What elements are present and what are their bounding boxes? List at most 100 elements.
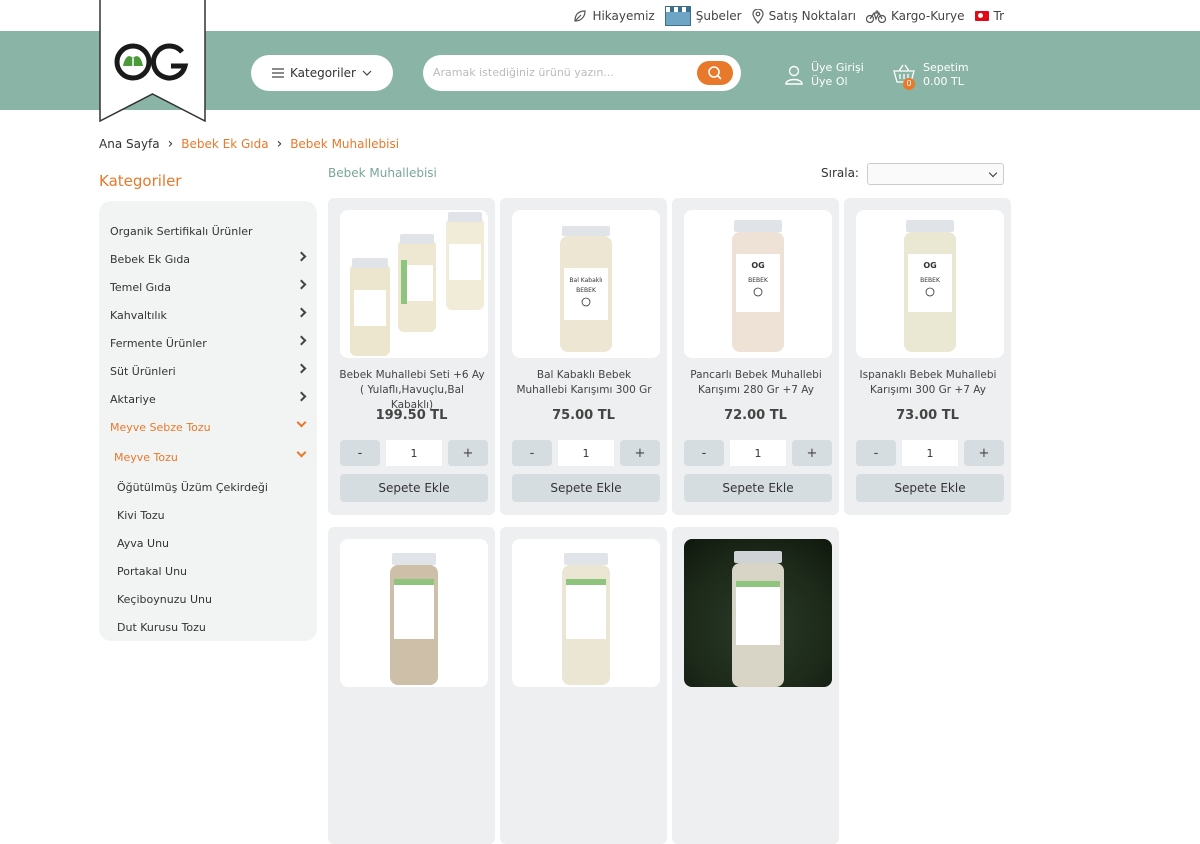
product-card[interactable] bbox=[672, 527, 839, 844]
sidebar-item-kiwi[interactable]: Kivi Tozu bbox=[99, 501, 317, 529]
top-link-sales-points[interactable]: Satış Noktaları bbox=[751, 8, 856, 24]
product-card[interactable]: OG BEBEK Ispanaklı Bebek Muhallebi Karış… bbox=[844, 198, 1011, 515]
quantity-increase-button[interactable]: + bbox=[964, 440, 1004, 466]
product-name[interactable]: Pancarlı Bebek Muhallebi Karışımı 280 Gr… bbox=[682, 368, 830, 398]
add-to-cart-button[interactable]: Sepete Ekle bbox=[512, 474, 660, 502]
sidebar-item-label: Ayva Unu bbox=[117, 536, 170, 550]
sidebar-item-label: Dut Kurusu Tozu bbox=[117, 620, 206, 634]
bicycle-icon bbox=[865, 10, 886, 23]
cart[interactable]: 0 Sepetim 0.00 TL bbox=[893, 61, 969, 90]
sidebar-item-mulberry[interactable]: Dut Kurusu Tozu bbox=[99, 613, 317, 641]
product-jar-set-image bbox=[350, 212, 484, 356]
quantity-increase-button[interactable]: + bbox=[620, 440, 660, 466]
sidebar-item-label: Portakal Unu bbox=[117, 564, 188, 578]
svg-text:Bal Kabaklı: Bal Kabaklı bbox=[569, 277, 603, 284]
quantity-increase-button[interactable]: + bbox=[448, 440, 488, 466]
quantity-input[interactable]: 1 bbox=[902, 440, 958, 466]
product-image[interactable] bbox=[512, 539, 660, 687]
quantity-decrease-button[interactable]: - bbox=[340, 440, 380, 466]
sidebar-item-carob[interactable]: Keçiboynuzu Unu bbox=[99, 585, 317, 613]
register-link[interactable]: Üye Ol bbox=[811, 75, 864, 89]
product-image[interactable]: OG BEBEK bbox=[684, 210, 832, 358]
sidebar-item-fruit-veg-powder[interactable]: Meyve Sebze Tozu bbox=[99, 413, 317, 441]
search-icon bbox=[708, 66, 722, 80]
top-link-branches[interactable]: Şubeler bbox=[664, 6, 742, 26]
sidebar-item-label: Organik Sertifikalı Ürünler bbox=[110, 224, 253, 238]
quantity-stepper: - 1 + bbox=[340, 440, 488, 466]
quantity-input[interactable]: 1 bbox=[386, 440, 442, 466]
user-account[interactable]: Üye Girişi Üye Ol bbox=[785, 61, 864, 89]
product-image[interactable] bbox=[340, 539, 488, 687]
quantity-stepper: - 1 + bbox=[856, 440, 1004, 466]
product-image[interactable]: OG BEBEK bbox=[856, 210, 1004, 358]
svg-text:BEBEK: BEBEK bbox=[748, 277, 769, 284]
sidebar-item-label: Keçiboynuzu Unu bbox=[117, 592, 212, 606]
login-link[interactable]: Üye Girişi bbox=[811, 61, 864, 75]
logo[interactable] bbox=[99, 0, 206, 122]
product-name[interactable]: Bal Kabaklı Bebek Muhallebi Karışımı 300… bbox=[510, 368, 658, 398]
product-card[interactable] bbox=[328, 527, 495, 844]
breadcrumb-home[interactable]: Ana Sayfa bbox=[99, 137, 160, 151]
sidebar-item-label: Temel Gıda bbox=[110, 280, 171, 294]
category-sidebar: Organik Sertifikalı Ürünler Bebek Ek Gıd… bbox=[99, 201, 317, 641]
product-image[interactable] bbox=[340, 210, 488, 358]
quantity-input[interactable]: 1 bbox=[558, 440, 614, 466]
quantity-decrease-button[interactable]: - bbox=[512, 440, 552, 466]
quantity-input[interactable]: 1 bbox=[730, 440, 786, 466]
product-card[interactable]: Bal Kabaklı BEBEK Bal Kabaklı Bebek Muha… bbox=[500, 198, 667, 515]
search-button[interactable] bbox=[697, 61, 733, 85]
product-card[interactable] bbox=[500, 527, 667, 844]
search-input[interactable]: Aramak istediğiniz ürünü yazın... bbox=[433, 66, 614, 79]
sidebar-item-breakfast[interactable]: Kahvaltılık bbox=[99, 301, 317, 329]
sidebar-item-quince[interactable]: Ayva Unu bbox=[99, 529, 317, 557]
sidebar-item-label: Aktariye bbox=[110, 392, 156, 406]
product-jar-image: Bal Kabaklı BEBEK bbox=[560, 226, 612, 352]
sidebar-item-orange[interactable]: Portakal Unu bbox=[99, 557, 317, 585]
product-jar-image: OG BEBEK bbox=[732, 220, 784, 352]
sidebar-item-staple[interactable]: Temel Gıda bbox=[99, 273, 317, 301]
chevron-right-icon bbox=[296, 335, 307, 346]
breadcrumb-level2[interactable]: Bebek Muhallebisi bbox=[290, 137, 399, 151]
add-to-cart-button[interactable]: Sepete Ekle bbox=[684, 474, 832, 502]
categories-menu-button[interactable]: Kategoriler bbox=[251, 55, 393, 91]
top-link-label: Satış Noktaları bbox=[768, 9, 856, 23]
sidebar-item-label: Bebek Ek Gıda bbox=[110, 252, 191, 266]
sidebar-item-fermented[interactable]: Fermente Ürünler bbox=[99, 329, 317, 357]
sidebar-item-fruit-powder[interactable]: Meyve Tozu bbox=[99, 443, 317, 471]
language-selector[interactable]: Tr bbox=[974, 9, 1004, 23]
chevron-right-icon bbox=[296, 279, 307, 290]
svg-text:OG: OG bbox=[751, 261, 764, 270]
product-name[interactable]: Ispanaklı Bebek Muhallebi Karışımı 300 G… bbox=[854, 368, 1002, 398]
top-link-label: Hikayemiz bbox=[592, 9, 655, 23]
sidebar-item-label: Öğütülmüş Üzüm Çekirdeği bbox=[117, 480, 268, 494]
product-card[interactable]: OG BEBEK Pancarlı Bebek Muhallebi Karışı… bbox=[672, 198, 839, 515]
product-image[interactable]: Bal Kabaklı BEBEK bbox=[512, 210, 660, 358]
sidebar-item-baby-food[interactable]: Bebek Ek Gıda bbox=[99, 245, 317, 273]
add-to-cart-button[interactable]: Sepete Ekle bbox=[856, 474, 1004, 502]
product-card[interactable]: Bebek Muhallebi Seti +6 Ay ( Yulaflı,Hav… bbox=[328, 198, 495, 515]
turkey-flag-icon bbox=[974, 11, 989, 21]
sort-select[interactable] bbox=[867, 163, 1004, 185]
cart-count-badge: 0 bbox=[903, 78, 915, 90]
sidebar-item-dairy[interactable]: Süt Ürünleri bbox=[99, 357, 317, 385]
search-bar[interactable]: Aramak istediğiniz ürünü yazın... bbox=[423, 55, 741, 91]
sidebar-item-organic[interactable]: Organik Sertifikalı Ürünler bbox=[99, 217, 317, 245]
top-link-story[interactable]: Hikayemiz bbox=[573, 9, 655, 23]
chevron-right-icon: › bbox=[167, 136, 174, 152]
breadcrumb-level1[interactable]: Bebek Ek Gıda bbox=[181, 137, 268, 151]
product-price: 199.50 TL bbox=[375, 408, 448, 423]
location-pin-icon bbox=[751, 8, 764, 24]
chevron-right-icon bbox=[296, 307, 307, 318]
cart-total: 0.00 TL bbox=[923, 75, 964, 88]
product-image[interactable] bbox=[684, 539, 832, 687]
add-to-cart-button[interactable]: Sepete Ekle bbox=[340, 474, 488, 502]
quantity-increase-button[interactable]: + bbox=[792, 440, 832, 466]
quantity-decrease-button[interactable]: - bbox=[684, 440, 724, 466]
sidebar-item-herbs[interactable]: Aktariye bbox=[99, 385, 317, 413]
sidebar-item-grape-seed[interactable]: Öğütülmüş Üzüm Çekirdeği bbox=[99, 473, 317, 501]
product-name[interactable]: Bebek Muhallebi Seti +6 Ay ( Yulaflı,Hav… bbox=[338, 368, 486, 413]
quantity-decrease-button[interactable]: - bbox=[856, 440, 896, 466]
breadcrumb: Ana Sayfa › Bebek Ek Gıda › Bebek Muhall… bbox=[99, 136, 399, 152]
top-link-courier[interactable]: Kargo-Kurye bbox=[865, 9, 965, 23]
sidebar-item-label: Kahvaltılık bbox=[110, 308, 167, 322]
